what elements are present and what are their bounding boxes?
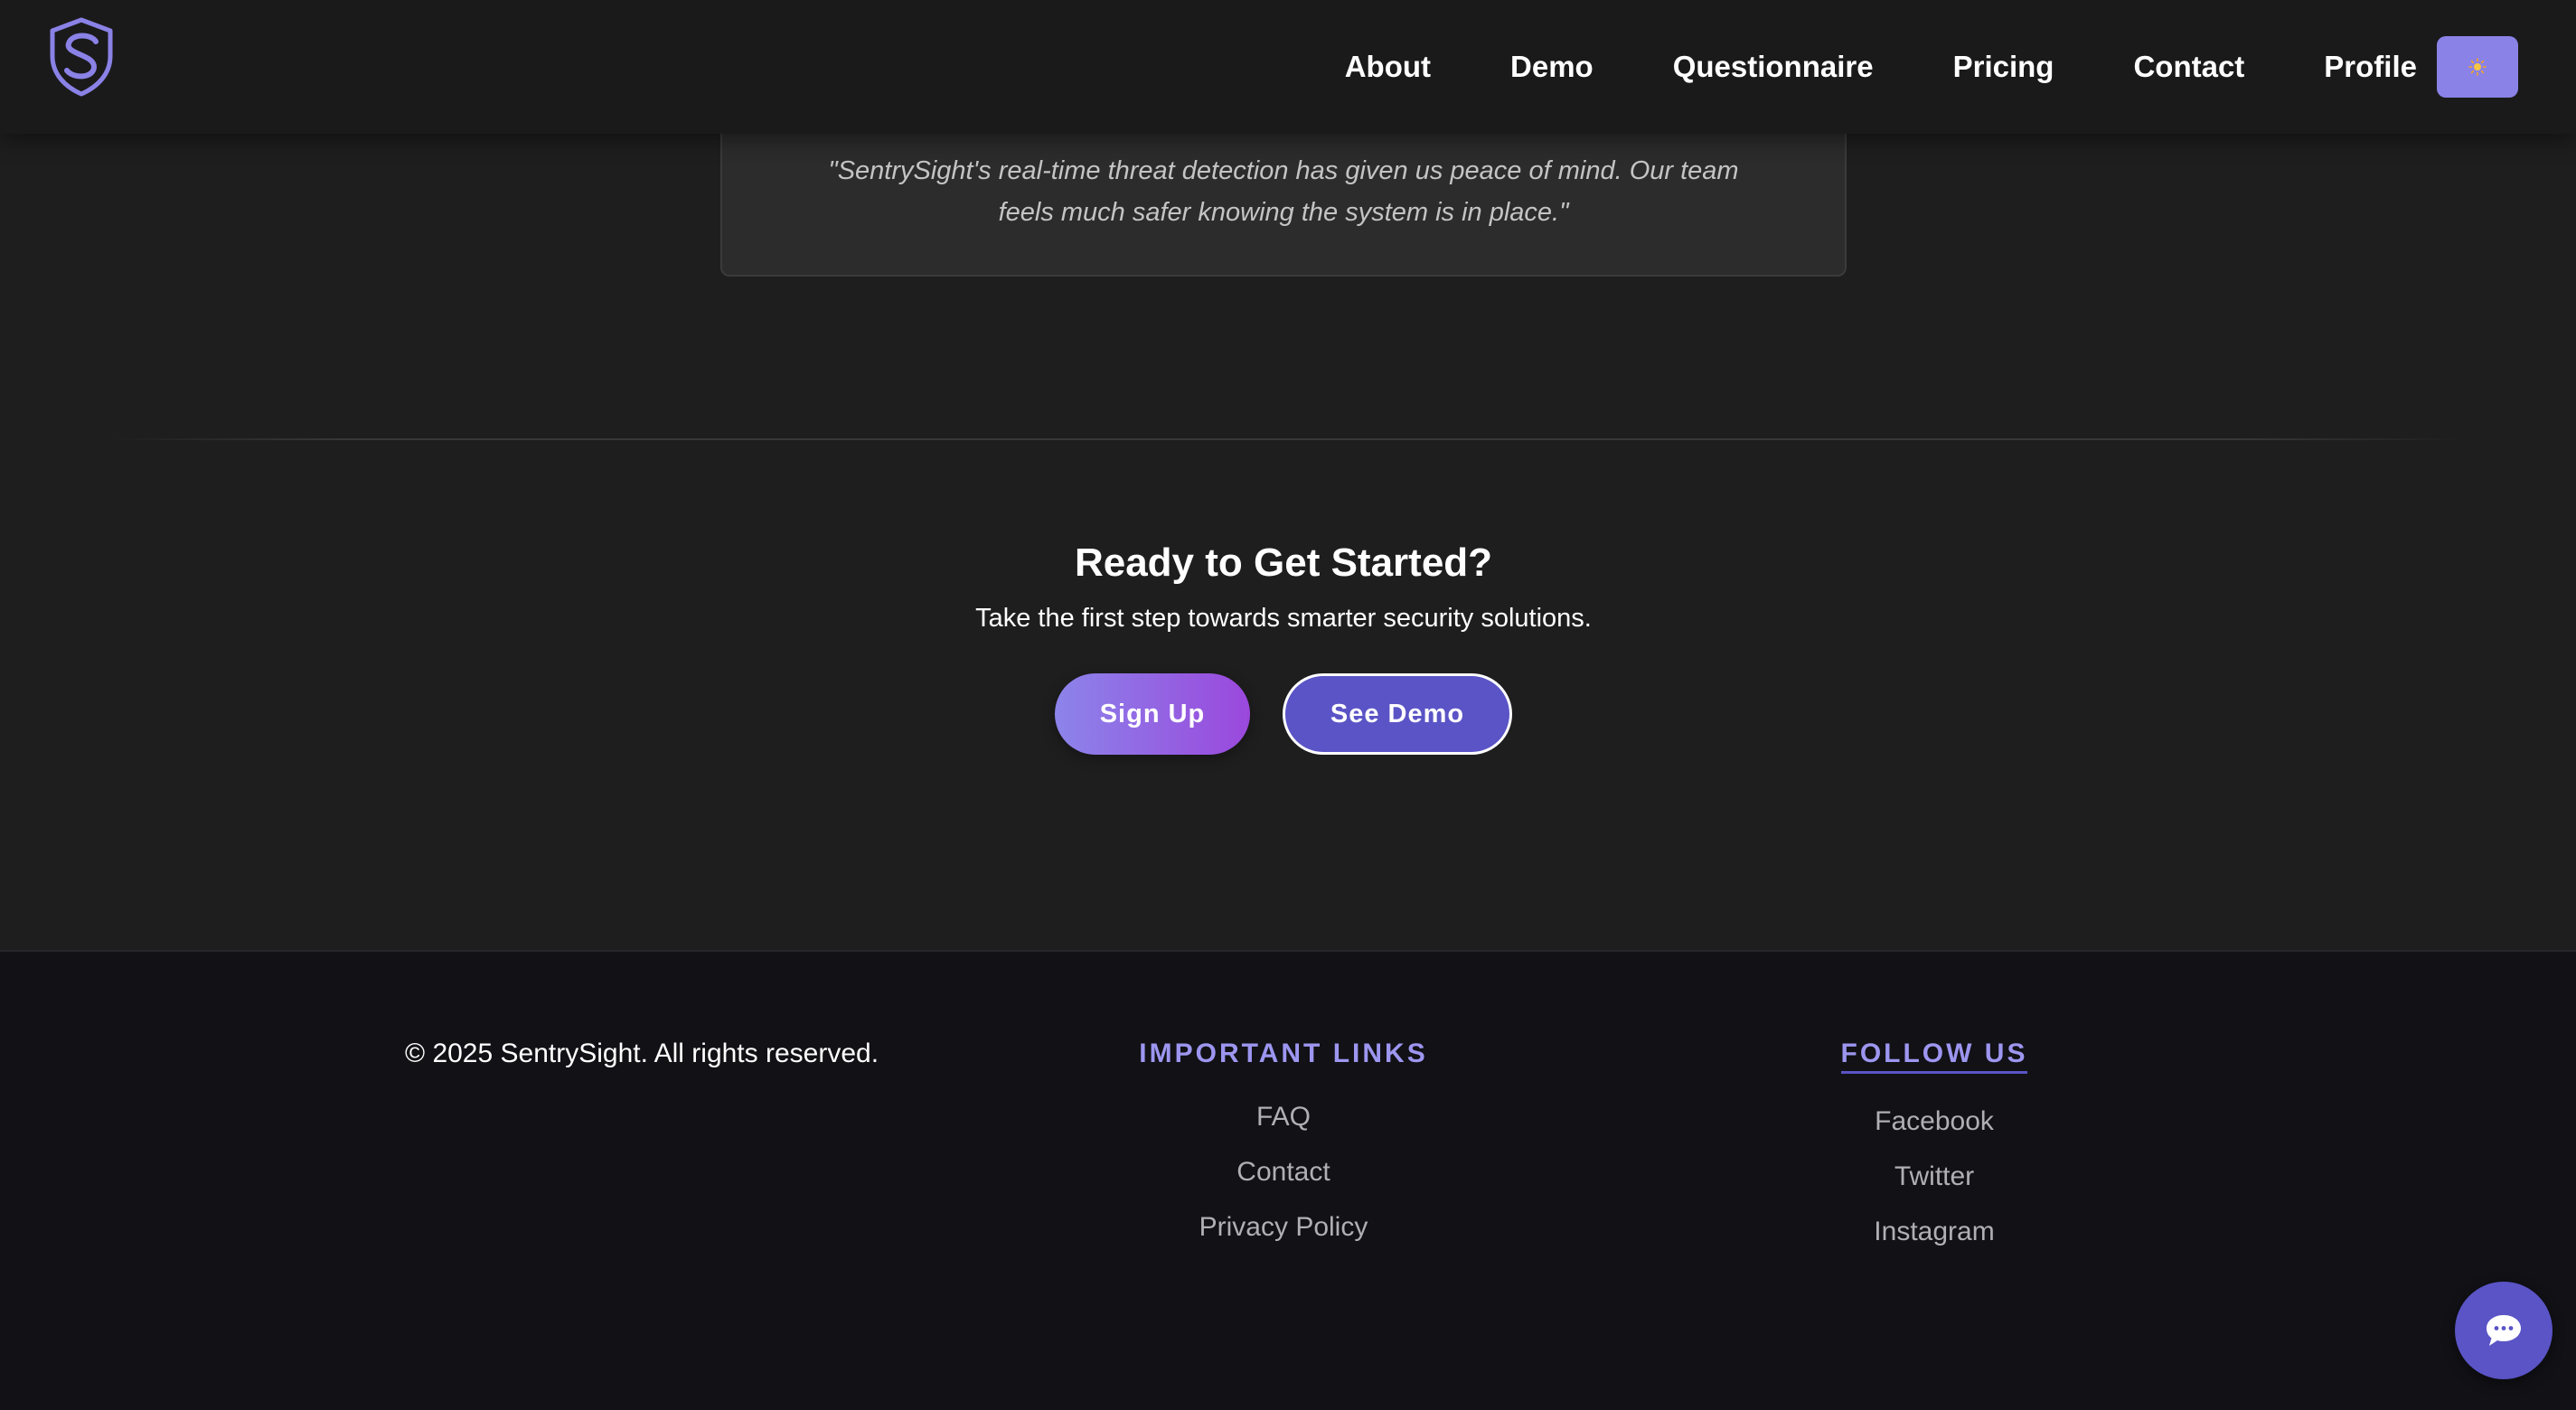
important-links-heading: IMPORTANT LINKS (1139, 1039, 1428, 1068)
footer-link-contact[interactable]: Contact (1058, 1144, 1509, 1199)
chat-button[interactable] (2455, 1282, 2552, 1379)
nav-pricing[interactable]: Pricing (1953, 50, 2054, 84)
important-links-column: IMPORTANT LINKS FAQ Contact Privacy Poli… (1058, 1039, 1509, 1255)
footer-link-facebook[interactable]: Facebook (1708, 1094, 2160, 1149)
copyright-text: © 2025 SentrySight. All rights reserved. (405, 1039, 879, 1068)
sun-icon (2468, 58, 2487, 76)
cta-subtitle: Take the first step towards smarter secu… (975, 604, 1592, 633)
nav-demo[interactable]: Demo (1510, 50, 1594, 84)
chat-bubble-icon (2487, 1315, 2521, 1346)
footer-link-twitter[interactable]: Twitter (1708, 1149, 2160, 1204)
nav-profile[interactable]: Profile (2324, 50, 2417, 84)
sign-up-button[interactable]: Sign Up (1055, 673, 1250, 755)
nav-contact[interactable]: Contact (2133, 50, 2244, 84)
testimonial-quote: "SentrySight's real-time threat detectio… (828, 156, 1739, 227)
nav-about[interactable]: About (1345, 50, 1431, 84)
footer-link-faq[interactable]: FAQ (1058, 1089, 1509, 1144)
follow-us-column: FOLLOW US Facebook Twitter Instagram (1708, 1039, 2160, 1259)
theme-toggle-button[interactable] (2437, 36, 2518, 98)
see-demo-button[interactable]: See Demo (1283, 673, 1512, 755)
footer-link-instagram[interactable]: Instagram (1708, 1204, 2160, 1259)
site-footer: © 2025 SentrySight. All rights reserved.… (0, 950, 2576, 1410)
nav-questionnaire[interactable]: Questionnaire (1673, 50, 1874, 84)
main-nav: About Demo Questionnaire Pricing Contact… (1345, 0, 2518, 134)
follow-us-heading: FOLLOW US (1840, 1039, 2028, 1074)
shield-logo-icon[interactable] (47, 16, 116, 98)
section-divider (108, 438, 2468, 440)
footer-link-privacy-policy[interactable]: Privacy Policy (1058, 1199, 1509, 1255)
site-header: About Demo Questionnaire Pricing Contact… (0, 0, 2576, 134)
cta-title: Ready to Get Started? (1074, 540, 1493, 585)
